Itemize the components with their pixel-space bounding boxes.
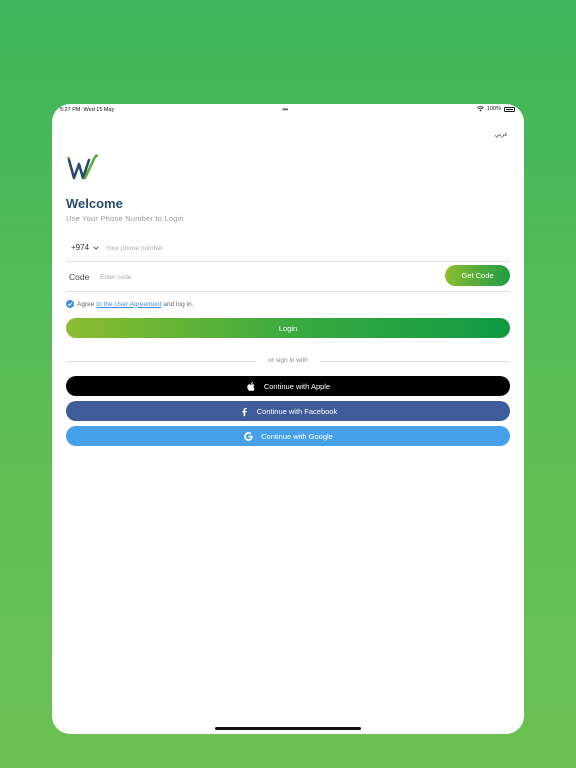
status-date: Wed 15 May	[83, 107, 115, 113]
country-code-text: +974	[71, 243, 90, 252]
app-window: 5:27 PM Wed 15 May ••• 100% عربي Welcome…	[52, 104, 524, 734]
agreement-row: Agree to the User Agreement and log in.	[66, 298, 193, 310]
country-code-selector[interactable]: +974	[71, 243, 99, 252]
multitask-dots[interactable]: •••	[282, 105, 288, 114]
logo-icon	[67, 154, 98, 180]
wifi-icon	[476, 106, 484, 112]
user-agreement-link[interactable]: to the User Agreement	[96, 301, 161, 308]
status-time: 5:27 PM Wed 15 May	[60, 107, 114, 113]
facebook-button-label: Continue with Facebook	[256, 406, 338, 416]
facebook-icon	[242, 407, 247, 416]
sign-in-divider: or sign in with	[66, 356, 510, 366]
agreement-prefix: Agree	[77, 300, 95, 308]
apple-button-label: Continue with Apple	[263, 381, 331, 391]
agreement-suffix: and log in.	[163, 300, 194, 308]
check-icon[interactable]	[66, 300, 74, 308]
language-switch-link[interactable]: عربي	[494, 131, 508, 138]
chevron-down-icon	[93, 246, 99, 250]
code-input[interactable]	[100, 270, 400, 284]
continue-with-google-button[interactable]: Continue with Google	[66, 426, 510, 446]
status-bar: 5:27 PM Wed 15 May ••• 100%	[52, 104, 524, 116]
status-right: 100%	[476, 106, 515, 112]
battery-percent: 100%	[486, 106, 501, 112]
get-code-button[interactable]: Get Code	[445, 265, 510, 286]
welcome-title: Welcome	[66, 196, 123, 211]
apple-icon	[247, 381, 255, 391]
google-button-label: Continue with Google	[261, 431, 333, 441]
login-button[interactable]: Login	[66, 318, 510, 338]
status-time-text: 5:27 PM	[60, 107, 81, 113]
code-row: Code Get Code	[66, 264, 510, 292]
continue-with-apple-button[interactable]: Continue with Apple	[66, 376, 510, 396]
phone-row: +974	[66, 237, 510, 262]
welcome-subtitle: Use Your Phone Number to Login	[66, 214, 184, 223]
code-label: Code	[69, 272, 90, 282]
battery-icon	[504, 106, 515, 112]
continue-with-facebook-button[interactable]: Continue with Facebook	[66, 401, 510, 421]
google-icon	[244, 431, 253, 441]
divider-line-right	[320, 361, 510, 362]
phone-number-input[interactable]	[106, 241, 486, 255]
home-indicator[interactable]	[215, 727, 361, 730]
